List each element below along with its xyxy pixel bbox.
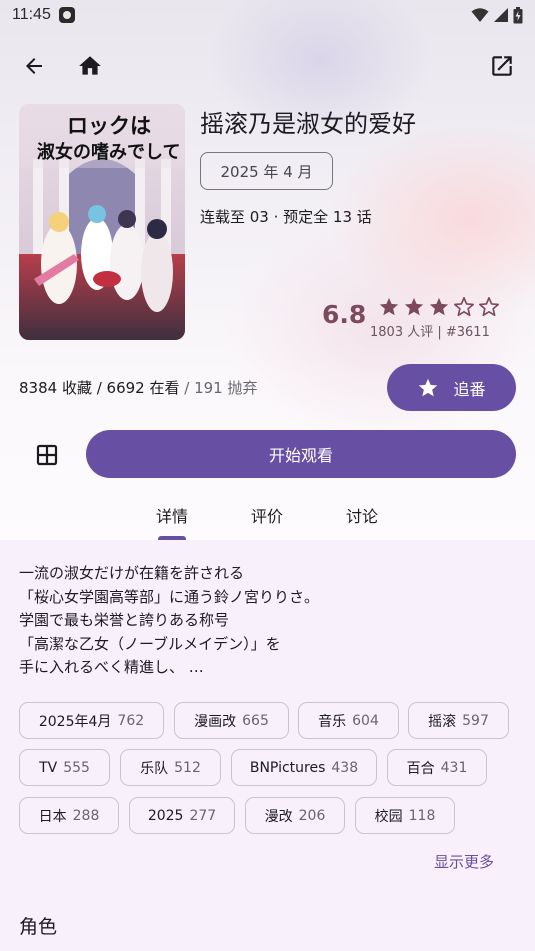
- tag-chip[interactable]: 校园 118: [355, 797, 455, 834]
- tag-name: 校园: [374, 808, 403, 825]
- status-time: 11:45: [12, 6, 51, 23]
- stats-separator: /: [179, 379, 195, 397]
- air-date-chip[interactable]: 2025 年 4 月: [200, 152, 333, 190]
- back-button[interactable]: [12, 44, 56, 88]
- tag-count: 512: [174, 759, 201, 776]
- tag-chip[interactable]: TV 555: [19, 749, 110, 786]
- tag-chip[interactable]: 漫画改 665: [174, 702, 289, 739]
- grid-icon: [36, 444, 58, 466]
- characters-section-title: 角色: [19, 916, 58, 938]
- stats-separator: /: [91, 379, 107, 397]
- tab-bar: 详情 评价 讨论: [0, 490, 535, 540]
- tag-count: 288: [72, 807, 100, 824]
- tag-name: 漫改: [264, 808, 293, 825]
- tag-chip[interactable]: 百合 431: [387, 749, 487, 786]
- tag-chip[interactable]: 音乐 604: [298, 702, 399, 739]
- tab-details[interactable]: 详情: [142, 490, 202, 540]
- tag-name: 音乐: [318, 713, 347, 730]
- tag-count: 431: [440, 759, 468, 776]
- tag-chip[interactable]: 摇滚 597: [408, 702, 509, 739]
- tag-chip[interactable]: BNPictures 438: [231, 749, 377, 786]
- tag-count: 118: [408, 807, 436, 824]
- cell-signal-icon: [494, 8, 508, 22]
- summary-text[interactable]: 一流の淑女だけが在籍を許される 「桜心女学園高等部」に通う鈴ノ宮りりさ。 学園で…: [19, 562, 319, 680]
- star-icon: [419, 378, 438, 396]
- dropped-count: 191 抛弃: [194, 379, 258, 397]
- collect-count: 8384 收藏: [19, 379, 92, 397]
- tag-count: 597: [462, 712, 489, 729]
- cover-image[interactable]: ロックは 淑女の嗜みでして: [19, 104, 185, 340]
- status-indicators: [471, 6, 523, 24]
- tag-chip[interactable]: 漫改 206: [245, 797, 345, 834]
- top-app-bar: [0, 44, 535, 88]
- tag-count: 277: [189, 807, 217, 824]
- tag-name: 2025: [147, 807, 184, 824]
- show-more-tags-button[interactable]: 显示更多: [434, 851, 494, 872]
- app-notification-icon: [58, 7, 75, 23]
- tag-count: 555: [63, 759, 90, 776]
- tag-chip[interactable]: 乐队 512: [120, 749, 221, 786]
- home-button[interactable]: [68, 44, 112, 88]
- cover-title-line2: 淑女の嗜みでして: [37, 142, 181, 163]
- star-outline-icon: [454, 297, 474, 317]
- status-bar: 11:45: [0, 0, 535, 30]
- tag-count: 206: [298, 807, 326, 824]
- arrow-back-icon: [26, 58, 42, 74]
- rating-score: 6.8: [322, 300, 367, 329]
- subject-title: 摇滚乃是淑女的爱好: [200, 110, 416, 138]
- cover-title-line1: ロックは: [67, 113, 151, 138]
- tab-reviews[interactable]: 评价: [237, 490, 297, 540]
- rating-meta[interactable]: 1803 人评 | #3611: [370, 321, 490, 340]
- tag-count: 438: [331, 759, 359, 776]
- tab-discussion[interactable]: 讨论: [332, 490, 392, 540]
- battery-icon: [513, 6, 523, 23]
- tag-name: BNPictures: [249, 759, 326, 776]
- start-watching-button[interactable]: 开始观看: [86, 430, 516, 478]
- tag-count: 604: [352, 712, 379, 729]
- tag-count: 762: [117, 712, 145, 729]
- episode-progress: 连载至 03 · 预定全 13 话: [200, 208, 372, 226]
- tag-name: TV: [39, 759, 58, 776]
- tag-name: 漫画改: [194, 713, 237, 730]
- tag-chip[interactable]: 2025年4月 762: [19, 702, 164, 739]
- star-outline-icon: [479, 297, 499, 317]
- star-filled-icon: [429, 297, 449, 316]
- episode-grid-button[interactable]: [24, 432, 70, 478]
- tag-name: 日本: [38, 808, 67, 825]
- star-filled-icon: [404, 297, 424, 316]
- collection-stats: 8384 收藏 / 6692 在看 / 191 抛弃: [19, 377, 258, 398]
- tag-name: 2025年4月: [38, 713, 112, 730]
- tag-name: 乐队: [140, 760, 169, 777]
- tag-count: 665: [242, 712, 269, 729]
- wifi-icon: [471, 8, 489, 22]
- tag-name: 百合: [406, 760, 435, 777]
- rating-stars: [378, 296, 500, 318]
- doing-count: 6692 在看: [106, 379, 180, 397]
- follow-label: 追番: [453, 379, 486, 399]
- open-in-new-icon: [492, 56, 512, 76]
- tag-chip[interactable]: 日本 288: [19, 797, 119, 834]
- home-icon: [79, 56, 101, 75]
- tag-chip[interactable]: 2025 277: [129, 797, 235, 834]
- tag-name: 摇滚: [428, 713, 457, 730]
- follow-button[interactable]: 追番: [387, 364, 516, 411]
- star-filled-icon: [379, 297, 399, 316]
- open-in-browser-button[interactable]: [480, 44, 524, 88]
